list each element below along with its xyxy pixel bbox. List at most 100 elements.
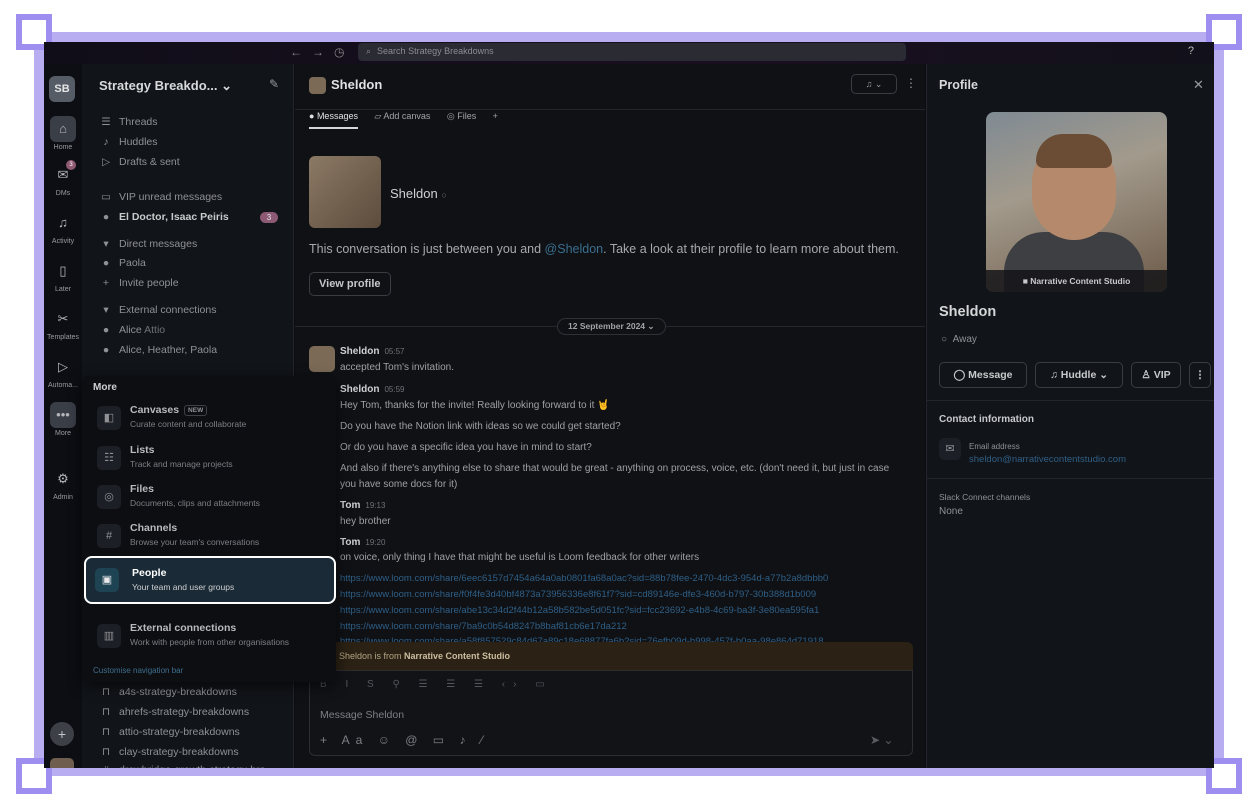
bookmark-icon: ▯ [59, 263, 67, 278]
arrow-left-icon[interactable]: ← [290, 45, 302, 59]
section-direct-messages[interactable]: ▾ Direct messages [99, 238, 197, 250]
sidebar-item-invite[interactable]: + Invite people [99, 277, 179, 289]
send-icon: ▷ [101, 156, 111, 168]
workspace-name[interactable]: Strategy Breakdo... ⌄ [99, 78, 232, 94]
send-icon[interactable]: ➤ ⌄ [870, 733, 893, 747]
add-tab-icon[interactable]: + [493, 111, 498, 127]
channel-item[interactable]: ⊓ attio-strategy-breakdowns [99, 726, 240, 738]
profile-photo-hair [1036, 134, 1112, 168]
message-header: Sheldon 05:59 [340, 384, 405, 395]
dms-badge: 3 [66, 160, 76, 170]
sidebar-item-el-doctor[interactable]: ● El Doctor, Isaac Peiris [99, 211, 229, 223]
menu-item-external-connections[interactable]: ▥ External connections Work with people … [92, 618, 328, 656]
menu-item-canvases[interactable]: ◧ Canvases NEW Curate content and collabo… [92, 400, 328, 438]
rail-item-later[interactable]: ▯ Later [44, 258, 82, 293]
formatting-toolbar[interactable]: B I S ⚲ ☰ ☰ ☰ ‹› ▭ [320, 679, 553, 690]
search-input[interactable]: ⌕ Search Strategy Breakdowns [358, 43, 906, 61]
view-profile-button[interactable]: View profile [309, 272, 391, 296]
message-text: accepted Tom's invitation. [340, 362, 455, 373]
loom-link[interactable]: https://www.loom.com/share/6eec6157d7454… [340, 573, 828, 584]
help-icon[interactable]: ? [1188, 45, 1194, 57]
compose-icon[interactable]: ✎ [269, 77, 279, 91]
intro-name: Sheldon ○ [390, 186, 447, 201]
loom-link[interactable]: https://www.loom.com/share/abe13c34d2f44… [340, 605, 819, 616]
menu-item-channels[interactable]: # Channels Browse your team's conversati… [92, 518, 328, 556]
rail-item-label: More [55, 430, 71, 437]
rail-item-home[interactable]: ⌂ Home [44, 116, 82, 151]
huddle-button[interactable]: ♫ ⌄ [851, 74, 897, 94]
email-link[interactable]: sheldon@narrativecontentstudio.com [969, 454, 1126, 465]
message-composer[interactable]: B I S ⚲ ☰ ☰ ☰ ‹› ▭ Message Sheldon + Aa … [309, 670, 913, 756]
avatar: ● [102, 211, 110, 223]
mention-link[interactable]: @Sheldon [545, 242, 604, 256]
avatar[interactable] [309, 346, 335, 372]
huddle-button[interactable]: ♫ Huddle ⌄ [1035, 362, 1123, 388]
canvas-icon: ◧ [97, 406, 121, 430]
message-input[interactable]: Message Sheldon [320, 709, 404, 721]
divider [927, 400, 1214, 401]
clock-icon[interactable]: ◷ [334, 45, 344, 59]
search-placeholder: Search Strategy Breakdowns [377, 46, 494, 56]
search-icon: ⌕ [366, 46, 372, 56]
loom-link[interactable]: https://www.loom.com/share/f0f4fe3d40bf4… [340, 589, 816, 600]
loom-link[interactable]: https://www.loom.com/share/7ba9c0b54d824… [340, 621, 627, 632]
tab-files[interactable]: ◎ Files [447, 111, 476, 128]
arrow-right-icon[interactable]: → [312, 45, 324, 59]
composer-tools[interactable]: + Aa ☺ @ ▭ ♪ ⁄ [320, 733, 489, 747]
message-text: hey brother [340, 516, 391, 527]
sidebar-item-group-dm[interactable]: ● Alice, Heather, Paola [99, 344, 217, 356]
sidebar-item-huddles[interactable]: ♪ Huddles [99, 136, 157, 148]
rail-item-automations[interactable]: ▷ Automa... [44, 354, 82, 389]
avatar: ● [102, 324, 110, 336]
customise-nav-link[interactable]: Customise navigation bar [93, 666, 183, 675]
rail-item-more[interactable]: ••• More [44, 402, 82, 437]
list-icon: ☷ [97, 446, 121, 470]
message-text: you have some docs for it) [340, 479, 458, 490]
channel-item[interactable]: ⊓ a4s-strategy-breakdowns [99, 686, 237, 698]
create-button[interactable]: + [50, 722, 74, 746]
kebab-icon[interactable]: ⋮ [905, 76, 917, 90]
slack-connect-label: Slack Connect channels [939, 492, 1031, 502]
hash-icon: # [97, 524, 121, 548]
message-text: Do you have the Notion link with ideas s… [340, 421, 621, 432]
sidebar-item-drafts[interactable]: ▷ Drafts & sent [99, 156, 180, 168]
kebab-icon[interactable]: ⋮ [1189, 362, 1211, 388]
sidebar-item-alice[interactable]: ● Alice Attio [99, 324, 165, 336]
menu-item-lists[interactable]: ☷ Lists Track and manage projects [92, 440, 328, 478]
menu-item-files[interactable]: ◎ Files Documents, clips and attachments [92, 479, 328, 517]
sidebar-item-paola[interactable]: ● Paola [99, 257, 146, 269]
workspace-logo[interactable]: SB [49, 76, 75, 102]
message-text: Or do you have a specific idea you have … [340, 442, 592, 453]
user-avatar[interactable] [50, 758, 74, 768]
avatar [309, 156, 381, 228]
rail-item-activity[interactable]: ♫ Activity [44, 210, 82, 245]
sidebar-item-threads[interactable]: ☰ Threads [99, 116, 157, 128]
channel-header: Sheldon ♫ ⌄ ⋮ [295, 64, 925, 110]
message-button[interactable]: ◯ Message [939, 362, 1027, 388]
workspace-rail: SB ⌂ Home ✉ 3 DMs ♫ Activity ▯ Later ✂ Templ… [44, 64, 82, 768]
close-icon[interactable]: ✕ [1193, 77, 1204, 93]
rail-item-admin[interactable]: ⚙ Admin [44, 466, 82, 501]
section-external-connections[interactable]: ▾ External connections [99, 304, 216, 316]
menu-item-people[interactable]: ▣ People Your team and user groups [84, 556, 336, 604]
top-bar: ← → ◷ ⌕ Search Strategy Breakdowns ? [44, 42, 1214, 64]
date-divider[interactable]: 12 September 2024 ⌄ [557, 318, 666, 335]
channel-item[interactable]: ⊓ ahrefs-strategy-breakdowns [99, 706, 249, 718]
tab-messages[interactable]: ● Messages [309, 111, 358, 129]
home-icon: ⌂ [50, 116, 76, 142]
rail-item-templates[interactable]: ✂ Templates [44, 306, 82, 341]
lock-icon: ⊓ [101, 746, 111, 758]
divider [927, 478, 1214, 479]
plus-icon: + [102, 277, 110, 289]
message-text: Hey Tom, thanks for the invite! Really l… [340, 400, 610, 411]
channel-item[interactable]: #drawbridge-growth-strategy-bre [99, 764, 265, 768]
caret-down-icon: ▾ [103, 304, 109, 316]
channel-name[interactable]: Sheldon [331, 77, 382, 92]
rail-item-label: Automa... [48, 382, 78, 389]
channel-item[interactable]: ⊓ clay-strategy-breakdowns [99, 746, 239, 758]
vip-button[interactable]: ♙ VIP [1131, 362, 1181, 388]
rail-item-dms[interactable]: ✉ 3 DMs [44, 160, 82, 197]
sidebar-item-vip[interactable]: ▭ VIP unread messages [99, 191, 222, 203]
tab-add-canvas[interactable]: ▱ Add canvas [374, 111, 430, 128]
bell-icon: ♫ [58, 215, 68, 230]
